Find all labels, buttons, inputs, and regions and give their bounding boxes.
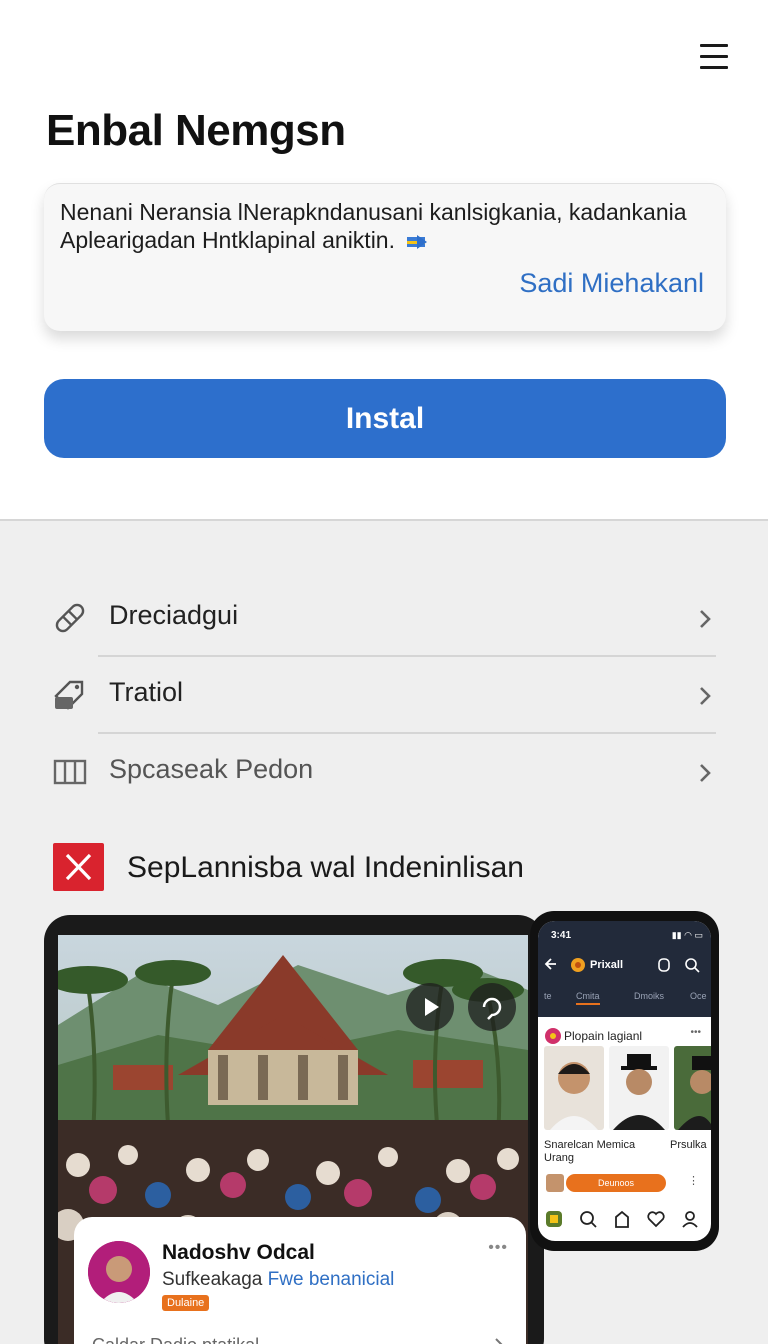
hamburger-menu-icon[interactable] xyxy=(700,44,728,70)
profile-subtitle-link[interactable]: Fwe benanicial xyxy=(268,1269,395,1290)
home-icon[interactable] xyxy=(544,1209,564,1229)
bandage-icon xyxy=(55,603,85,633)
app-logo-icon xyxy=(571,958,585,972)
phone-action-button[interactable]: Deunoos xyxy=(566,1174,666,1192)
play-button[interactable] xyxy=(406,983,454,1031)
phone-tab[interactable]: Cmita xyxy=(576,991,600,1005)
settings-list: Dreciadgui Tratiol Spcaseak Pedon xyxy=(44,580,720,811)
phone-tab[interactable]: Oce xyxy=(690,991,707,1001)
card-link[interactable]: Sadi Miehakanl xyxy=(519,268,704,299)
profile-subtitle-text: Sufkeakaga xyxy=(162,1269,263,1290)
profile-footer: Caldar Dadio ptatikal xyxy=(92,1335,259,1344)
more-options-icon[interactable]: ••• xyxy=(690,1027,701,1038)
phone-app-name: Prixall xyxy=(590,959,624,971)
flag-icon xyxy=(407,234,428,249)
phone-tab[interactable]: Dmoiks xyxy=(634,991,664,1001)
chevron-right-icon xyxy=(700,687,711,705)
list-item-label: Dreciadgui xyxy=(109,600,239,630)
phone-screen: 3:41 ▮▮ ◠ ▭ Prixall te Cmita Dmoiks Oce xyxy=(538,921,711,1241)
avatar xyxy=(88,1241,150,1303)
phone-bottom-nav xyxy=(538,1205,711,1235)
profile-icon[interactable] xyxy=(680,1209,700,1229)
list-item-label: Tratiol xyxy=(109,677,184,707)
phone-caption: Prsulka xyxy=(670,1139,707,1151)
status-time: 3:41 xyxy=(551,930,572,941)
refresh-icon[interactable] xyxy=(468,983,516,1031)
phone-mockup: 3:41 ▮▮ ◠ ▭ Prixall te Cmita Dmoiks Oce xyxy=(530,911,719,1251)
book-icon xyxy=(53,759,87,785)
person-photo xyxy=(674,1046,711,1130)
profile-name: Nadoshv Odcal xyxy=(162,1241,315,1264)
event-photo: Nadoshv Odcal Sufkeakaga Fwe benanicial … xyxy=(58,935,528,1344)
more-options-icon[interactable]: ••• xyxy=(488,1239,508,1257)
chevron-right-icon xyxy=(700,764,711,782)
card-description: Nenani Neransia lNerapkndanusani kanlsig… xyxy=(60,198,720,254)
avatar xyxy=(546,1174,564,1192)
page-title: Enbal Nemgsn xyxy=(46,106,346,155)
phone-post-header: Plopain lagianl xyxy=(564,1029,643,1043)
heart-icon[interactable] xyxy=(646,1209,666,1229)
flower-icon xyxy=(545,1028,561,1044)
top-panel: Enbal Nemgsn Nenani Neransia lNerapkndan… xyxy=(0,0,768,521)
chevron-right-icon xyxy=(700,610,711,628)
tablet-mockup: Nadoshv Odcal Sufkeakaga Fwe benanicial … xyxy=(44,915,544,1344)
phone-app-header: 3:41 ▮▮ ◠ ▭ Prixall te Cmita Dmoiks Oce xyxy=(538,921,711,1017)
search-icon[interactable] xyxy=(684,957,700,973)
close-icon[interactable] xyxy=(53,843,104,891)
install-button[interactable]: Instal xyxy=(44,379,726,458)
phone-caption: Snarelcan Memica Urang xyxy=(544,1139,636,1164)
description-card: Nenani Neransia lNerapkndanusani kanlsig… xyxy=(44,183,726,331)
person-photo xyxy=(609,1046,669,1130)
status-icons: ▮▮ ◠ ▭ xyxy=(671,930,703,940)
bag-icon[interactable] xyxy=(612,1209,632,1229)
list-item-tratiol[interactable]: Tratiol xyxy=(44,657,720,734)
list-item-label: Spcaseak Pedon xyxy=(109,754,314,784)
link-icon[interactable] xyxy=(656,957,672,973)
status-badge: Dulaine xyxy=(162,1295,210,1311)
profile-subtitle: Sufkeakaga Fwe benanicial xyxy=(162,1269,394,1291)
chevron-right-icon xyxy=(495,1338,503,1344)
tag-icon xyxy=(54,680,84,710)
search-icon[interactable] xyxy=(578,1209,598,1229)
card-description-text: Nenani Neransia lNerapkndanusani kanlsig… xyxy=(60,199,687,253)
list-item-dreciadgui[interactable]: Dreciadgui xyxy=(44,580,720,657)
back-arrow-icon[interactable] xyxy=(544,957,558,971)
more-options-icon[interactable]: ⋮ xyxy=(688,1174,699,1187)
section-title: SepLannisba wal Indeninlisan xyxy=(127,851,524,884)
phone-tab[interactable]: te xyxy=(544,991,552,1001)
person-photo xyxy=(544,1046,604,1130)
list-item-spcaseak-pedon[interactable]: Spcaseak Pedon xyxy=(44,734,720,811)
profile-card[interactable]: Nadoshv Odcal Sufkeakaga Fwe benanicial … xyxy=(74,1217,526,1344)
